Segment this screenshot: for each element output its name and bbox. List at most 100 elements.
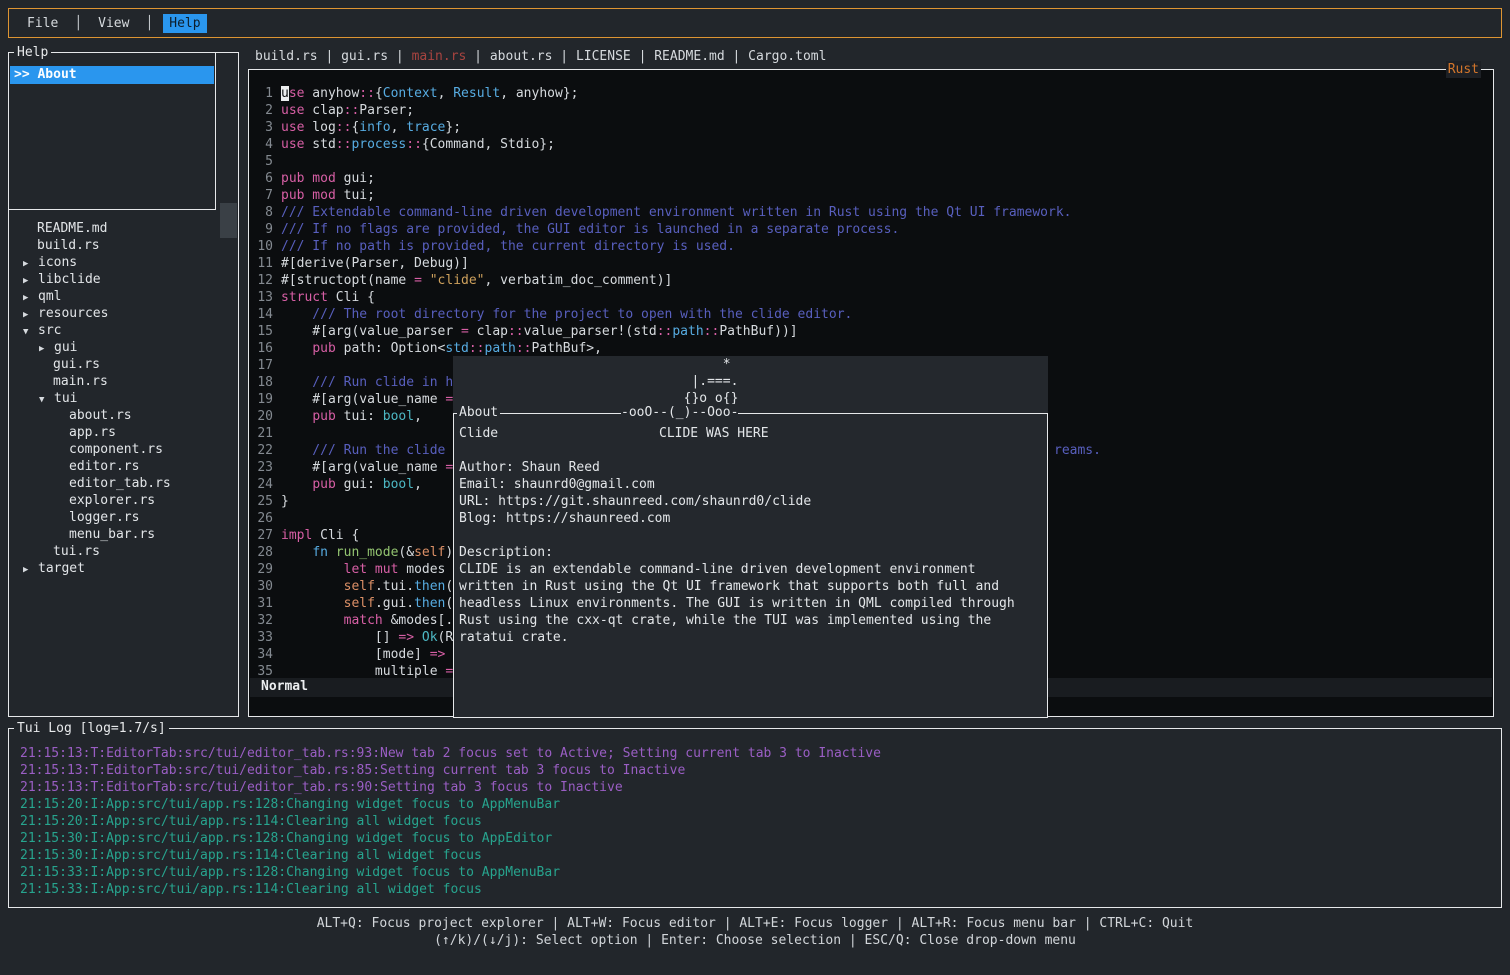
help-dropdown-title: Help: [14, 44, 51, 61]
tui-log-title: Tui Log [log=1.7/s]: [14, 720, 169, 737]
tab-separator: |: [631, 49, 654, 64]
chevron-right-icon: ▶: [23, 562, 38, 579]
tree-item-main-rs[interactable]: main.rs: [10, 373, 237, 390]
tree-item-target[interactable]: ▶target: [10, 560, 237, 577]
line-number: 27: [253, 527, 273, 544]
editor-tab-build.rs[interactable]: build.rs: [255, 49, 318, 64]
tree-item-tui[interactable]: ▼tui: [10, 390, 237, 407]
about-popup-title: About: [457, 404, 500, 421]
tui-log-panel[interactable]: Tui Log [log=1.7/s] 21:15:13:T:EditorTab…: [8, 728, 1502, 908]
editor-tab-Cargo.toml[interactable]: Cargo.toml: [748, 49, 826, 64]
log-entry: 21:15:30:I:App:src/tui/app.rs:114:Cleari…: [20, 847, 1497, 864]
line-number: 28: [253, 544, 273, 561]
chevron-down-icon: ▼: [23, 324, 38, 341]
line-number: 19: [253, 391, 273, 408]
line-number: 8: [253, 204, 273, 221]
code-line-15: 15 #[arg(value_parser = clap::value_pars…: [253, 323, 1493, 340]
tree-item-app-rs[interactable]: app.rs: [10, 424, 237, 441]
editor-tab-LICENSE[interactable]: LICENSE: [576, 49, 631, 64]
tab-separator: |: [725, 49, 748, 64]
tab-separator: |: [466, 49, 489, 64]
line-number: 32: [253, 612, 273, 629]
tree-item-tui-rs[interactable]: tui.rs: [10, 543, 237, 560]
tree-item-icons[interactable]: ▶icons: [10, 254, 237, 271]
tree-item-qml[interactable]: ▶qml: [10, 288, 237, 305]
line-number: 11: [253, 255, 273, 272]
log-entry: 21:15:13:T:EditorTab:src/tui/editor_tab.…: [20, 745, 1497, 762]
code-line-10: 10/// If no path is provided, the curren…: [253, 238, 1493, 255]
line-number: 12: [253, 272, 273, 289]
line-number: 17: [253, 357, 273, 374]
tree-item-logger-rs[interactable]: logger.rs: [10, 509, 237, 526]
menu-item-file[interactable]: File: [21, 14, 64, 33]
help-bar-line2: (↑/k)/(↓/j): Select option | Enter: Choo…: [0, 932, 1510, 949]
menu-bar-items: File│View│Help: [21, 14, 207, 33]
code-line-6: 6pub mod gui;: [253, 170, 1493, 187]
menu-item-view[interactable]: View: [92, 14, 135, 33]
code-line-7: 7pub mod tui;: [253, 187, 1493, 204]
tree-item-resources[interactable]: ▶resources: [10, 305, 237, 322]
tree-item-component-rs[interactable]: component.rs: [10, 441, 237, 458]
log-entry: 21:15:20:I:App:src/tui/app.rs:128:Changi…: [20, 796, 1497, 813]
line-number: 6: [253, 170, 273, 187]
menu-separator: │: [145, 15, 153, 32]
line-number: 22: [253, 442, 273, 459]
line-number: 31: [253, 595, 273, 612]
code-line-5: 5: [253, 153, 1493, 170]
code-overflow-fragment: reams.: [1054, 442, 1101, 459]
tree-item-about-rs[interactable]: about.rs: [10, 407, 237, 424]
line-number: 20: [253, 408, 273, 425]
editor-tab-bar: build.rs | gui.rs | main.rs | about.rs |…: [255, 48, 826, 66]
line-number: 25: [253, 493, 273, 510]
tab-separator: |: [318, 49, 341, 64]
tree-item-README-md[interactable]: README.md: [10, 220, 237, 237]
log-entry: 21:15:13:T:EditorTab:src/tui/editor_tab.…: [20, 779, 1497, 796]
tree-item-gui[interactable]: ▶gui: [10, 339, 237, 356]
line-number: 29: [253, 561, 273, 578]
line-number: 16: [253, 340, 273, 357]
editor-tab-about.rs[interactable]: about.rs: [490, 49, 553, 64]
line-number: 30: [253, 578, 273, 595]
language-badge: Rust: [1446, 61, 1481, 78]
code-line-14: 14 /// The root directory for the projec…: [253, 306, 1493, 323]
log-entry: 21:15:33:I:App:src/tui/app.rs:114:Cleari…: [20, 881, 1497, 898]
tree-item-editor-rs[interactable]: editor.rs: [10, 458, 237, 475]
about-popup: * |.===. {}o o{} About -ooO--(_)--Ooo- C…: [453, 356, 1048, 718]
line-number: 4: [253, 136, 273, 153]
line-number: 15: [253, 323, 273, 340]
menu-item-help[interactable]: Help: [163, 14, 206, 33]
line-number: 18: [253, 374, 273, 391]
line-number: 5: [253, 153, 273, 170]
code-line-13: 13struct Cli {: [253, 289, 1493, 306]
chevron-right-icon: ▶: [39, 341, 54, 358]
help-bar-line1: ALT+Q: Focus project explorer | ALT+W: F…: [0, 915, 1510, 932]
about-description: Description: CLIDE is an extendable comm…: [459, 544, 1015, 646]
tree-item-src[interactable]: ▼src: [10, 322, 237, 339]
tree-item-libclide[interactable]: ▶libclide: [10, 271, 237, 288]
code-line-4: 4use std::process::{Command, Stdio};: [253, 136, 1493, 153]
log-rows: 21:15:13:T:EditorTab:src/tui/editor_tab.…: [20, 745, 1497, 898]
about-contact-fields: Author: Shaun Reed Email: shaunrd0@gmail…: [459, 459, 811, 527]
editor-tab-gui.rs[interactable]: gui.rs: [341, 49, 388, 64]
log-entry: 21:15:33:I:App:src/tui/app.rs:128:Changi…: [20, 864, 1497, 881]
tree-item-editor_tab-rs[interactable]: editor_tab.rs: [10, 475, 237, 492]
line-number: 14: [253, 306, 273, 323]
code-line-3: 3use log::{info, trace};: [253, 119, 1493, 136]
code-line-16: 16 pub path: Option<std::path::PathBuf>,: [253, 340, 1493, 357]
line-number: 3: [253, 119, 273, 136]
explorer-scrollbar-thumb[interactable]: [220, 203, 237, 238]
line-number: 26: [253, 510, 273, 527]
editor-tab-main.rs[interactable]: main.rs: [412, 49, 467, 64]
tree-item-explorer-rs[interactable]: explorer.rs: [10, 492, 237, 509]
line-number: 1: [253, 85, 273, 102]
keybinding-help-bar: ALT+Q: Focus project explorer | ALT+W: F…: [0, 915, 1510, 949]
tree-item-gui-rs[interactable]: gui.rs: [10, 356, 237, 373]
line-number: 33: [253, 629, 273, 646]
editor-tab-README.md[interactable]: README.md: [654, 49, 724, 64]
code-line-2: 2use clap::Parser;: [253, 102, 1493, 119]
tree-item-menu_bar-rs[interactable]: menu_bar.rs: [10, 526, 237, 543]
code-line-9: 9/// If no flags are provided, the GUI e…: [253, 221, 1493, 238]
tree-item-build-rs[interactable]: build.rs: [10, 237, 237, 254]
dropdown-item-about[interactable]: >> About: [10, 66, 214, 84]
code-line-11: 11#[derive(Parser, Debug)]: [253, 255, 1493, 272]
